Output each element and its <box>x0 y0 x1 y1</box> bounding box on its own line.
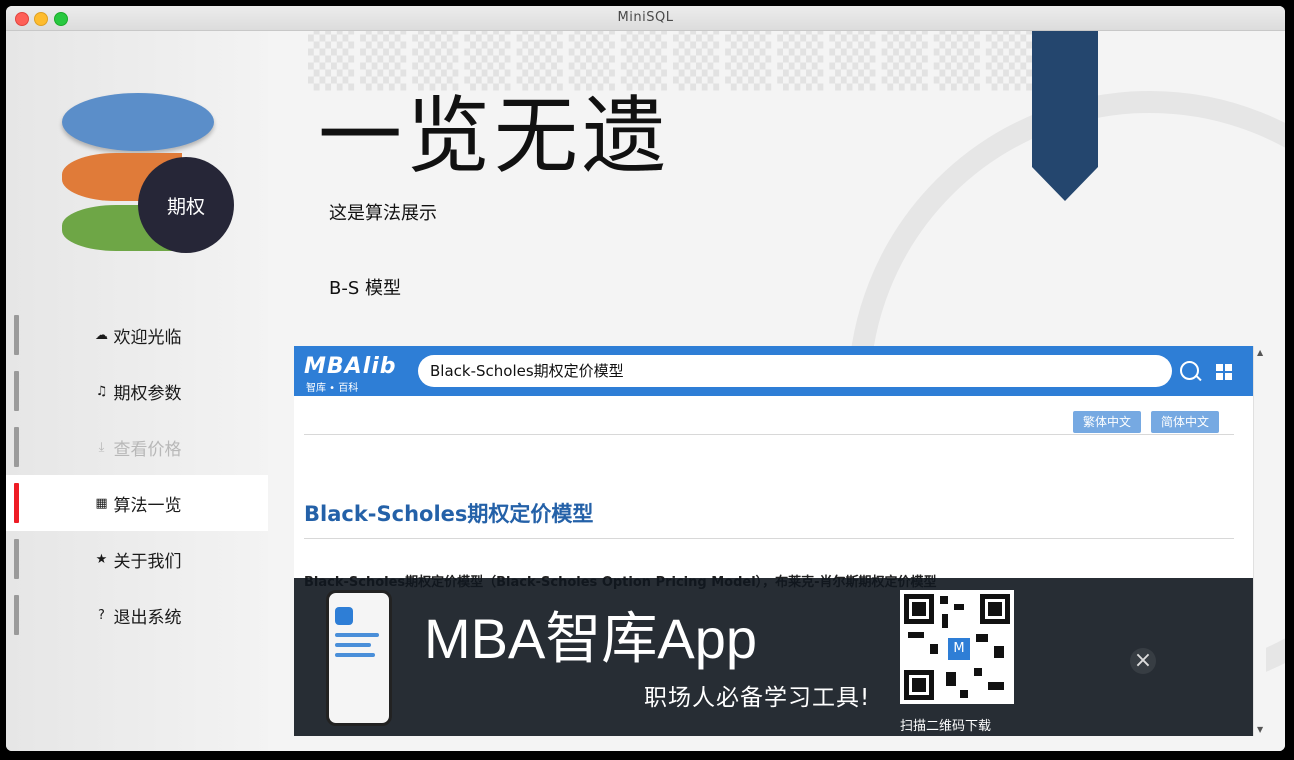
nav-indicator-active <box>14 483 19 523</box>
page-subtitle: 这是算法展示 <box>329 203 437 224</box>
bookmark-ribbon <box>1032 31 1098 201</box>
app-ad-overlay: MBA智库App 职场人必备学习工具! M 扫描二维码下载 × <box>294 578 1253 736</box>
sidebar-item-label: 退出系统 <box>113 607 182 628</box>
mba-header: MBAlib 智库 • 百科 Black-Scholes期权定价模型 <box>294 346 1253 396</box>
search-icon[interactable] <box>1180 361 1199 380</box>
logo-badge: 期权 <box>138 157 234 253</box>
film-icon: ▦ <box>95 495 108 511</box>
music-note-icon: ♫ <box>95 383 108 399</box>
scroll-up-icon[interactable]: ▲ <box>1257 348 1263 357</box>
sidebar-item-label: 算法一览 <box>113 495 182 516</box>
qr-code: M <box>900 590 1014 704</box>
ad-subtitle: 职场人必备学习工具! <box>644 685 871 711</box>
sidebar-item-exit[interactable]: ? 退出系统 <box>6 587 268 643</box>
search-input[interactable]: Black-Scholes期权定价模型 <box>418 355 1172 387</box>
main-content: ▒▒▒▒▒▒▒▒▒▒▒▒▒▒ 一览无遗 这是算法展示 B-S 模型 MBAlib… <box>268 31 1285 751</box>
sidebar-item-label: 期权参数 <box>113 383 182 404</box>
logo-disk-top <box>62 93 214 151</box>
sidebar: 期权 ☁ 欢迎光临 ♫ 期权参数 ⤓ 查看价格 ▦ 算法一览 ★ 关于我们 ? … <box>6 31 268 751</box>
close-icon[interactable]: × <box>1130 648 1156 674</box>
webview-scrollbar[interactable]: ▲ ▼ <box>1253 346 1266 736</box>
sidebar-item-label: 关于我们 <box>113 551 182 572</box>
nav-indicator <box>14 539 19 579</box>
scroll-down-icon[interactable]: ▼ <box>1257 725 1263 734</box>
window-title: MiniSQL <box>617 10 674 25</box>
question-icon: ? <box>98 607 105 623</box>
phone-line <box>335 633 379 637</box>
sidebar-item-algorithms[interactable]: ▦ 算法一览 <box>6 475 268 531</box>
divider <box>304 434 1234 435</box>
star-icon: ★ <box>95 551 108 567</box>
sidebar-item-welcome[interactable]: ☁ 欢迎光临 <box>6 307 268 363</box>
ad-title: MBA智库App <box>424 607 757 670</box>
qr-logo-icon: M <box>946 636 972 662</box>
traditional-chinese-button[interactable]: 繁体中文 <box>1073 411 1142 433</box>
nav-indicator <box>14 315 19 355</box>
sidebar-nav: ☁ 欢迎光临 ♫ 期权参数 ⤓ 查看价格 ▦ 算法一览 ★ 关于我们 ? 退出系… <box>6 307 268 643</box>
phone-illustration <box>326 590 392 726</box>
embedded-webview[interactable]: MBAlib 智库 • 百科 Black-Scholes期权定价模型 ▲ ▼ 繁… <box>294 346 1266 736</box>
grid-menu-icon[interactable] <box>1216 364 1232 380</box>
section-label: B-S 模型 <box>329 278 401 299</box>
sidebar-item-about[interactable]: ★ 关于我们 <box>6 531 268 587</box>
page-title: 一览无遗 <box>318 87 671 185</box>
nav-indicator <box>14 595 19 635</box>
app-logo: 期权 <box>56 81 236 261</box>
simplified-chinese-button[interactable]: 简体中文 <box>1151 411 1220 433</box>
app-icon <box>335 607 353 625</box>
app-window: MiniSQL 期权 ☁ 欢迎光临 ♫ 期权参数 ⤓ 查看价格 ▦ 算法一览 ★… <box>6 6 1285 751</box>
phone-line <box>335 643 371 647</box>
mba-logo-subtitle: 智库 • 百科 <box>306 383 359 394</box>
title-bar: MiniSQL <box>6 6 1285 31</box>
download-icon: ⤓ <box>98 439 105 455</box>
divider <box>304 538 1234 539</box>
qr-label: 扫描二维码下载 <box>900 719 992 734</box>
sidebar-item-label: 欢迎光临 <box>113 327 182 348</box>
sidebar-item-label: 查看价格 <box>113 439 182 460</box>
phone-line <box>335 653 375 657</box>
mba-logo[interactable]: MBAlib <box>304 354 397 379</box>
sidebar-item-view-price[interactable]: ⤓ 查看价格 <box>6 419 268 475</box>
cloud-icon: ☁ <box>95 327 108 343</box>
sidebar-item-option-params[interactable]: ♫ 期权参数 <box>6 363 268 419</box>
article-title: Black-Scholes期权定价模型 <box>304 502 594 526</box>
nav-indicator <box>14 371 19 411</box>
nav-indicator <box>14 427 19 467</box>
